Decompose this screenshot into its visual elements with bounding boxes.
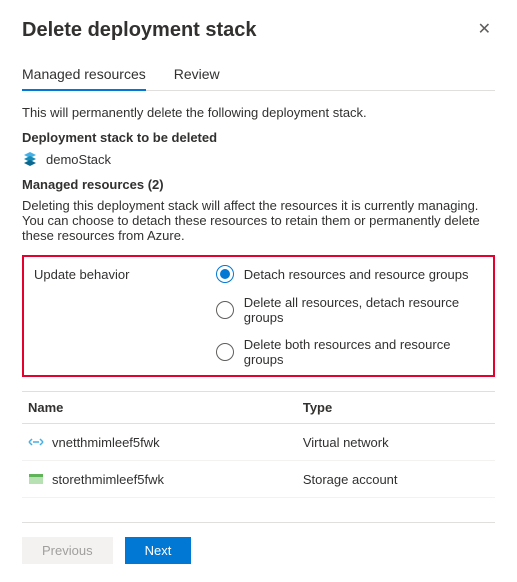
stack-to-delete-label: Deployment stack to be deleted <box>22 130 495 145</box>
stack-name: demoStack <box>46 152 111 167</box>
resource-name: vnetthmimleef5fwk <box>52 435 160 450</box>
tab-review[interactable]: Review <box>174 60 220 90</box>
tab-managed-resources[interactable]: Managed resources <box>22 60 146 90</box>
intro-text: This will permanently delete the followi… <box>22 105 495 120</box>
update-behavior-label: Update behavior <box>34 265 216 282</box>
resource-type: Virtual network <box>297 424 495 461</box>
radio-icon <box>216 343 234 361</box>
managed-resources-label: Managed resources (2) <box>22 177 495 192</box>
radio-label: Detach resources and resource groups <box>244 267 469 282</box>
table-header-row: Name Type <box>22 392 495 424</box>
update-behavior-box: Update behavior Detach resources and res… <box>22 255 495 377</box>
radio-delete-both[interactable]: Delete both resources and resource group… <box>216 337 483 367</box>
managed-resources-desc: Deleting this deployment stack will affe… <box>22 198 495 243</box>
previous-button[interactable]: Previous <box>22 537 113 564</box>
update-behavior-radio-group: Detach resources and resource groups Del… <box>216 265 483 367</box>
radio-detach[interactable]: Detach resources and resource groups <box>216 265 483 283</box>
radio-label: Delete all resources, detach resource gr… <box>244 295 483 325</box>
table-row: storethmimleef5fwk Storage account <box>22 461 495 498</box>
deployment-stack-icon <box>22 151 38 167</box>
tabs: Managed resources Review <box>22 60 495 91</box>
close-icon[interactable]: ✕ <box>474 18 495 42</box>
radio-icon <box>216 265 234 283</box>
resource-type: Storage account <box>297 461 495 498</box>
radio-label: Delete both resources and resource group… <box>244 337 483 367</box>
footer: Previous Next <box>22 522 495 564</box>
table-row: vnetthmimleef5fwk Virtual network <box>22 424 495 461</box>
col-name: Name <box>22 392 297 424</box>
virtual-network-icon <box>28 434 44 450</box>
storage-account-icon <box>28 471 44 487</box>
resource-name: storethmimleef5fwk <box>52 472 164 487</box>
radio-icon <box>216 301 234 319</box>
col-type: Type <box>297 392 495 424</box>
stack-row: demoStack <box>22 151 495 167</box>
page-title: Delete deployment stack <box>22 19 257 42</box>
next-button[interactable]: Next <box>125 537 192 564</box>
resources-table: Name Type vnetthmimleef5fwk Virtual netw… <box>22 391 495 498</box>
radio-delete-resources[interactable]: Delete all resources, detach resource gr… <box>216 295 483 325</box>
